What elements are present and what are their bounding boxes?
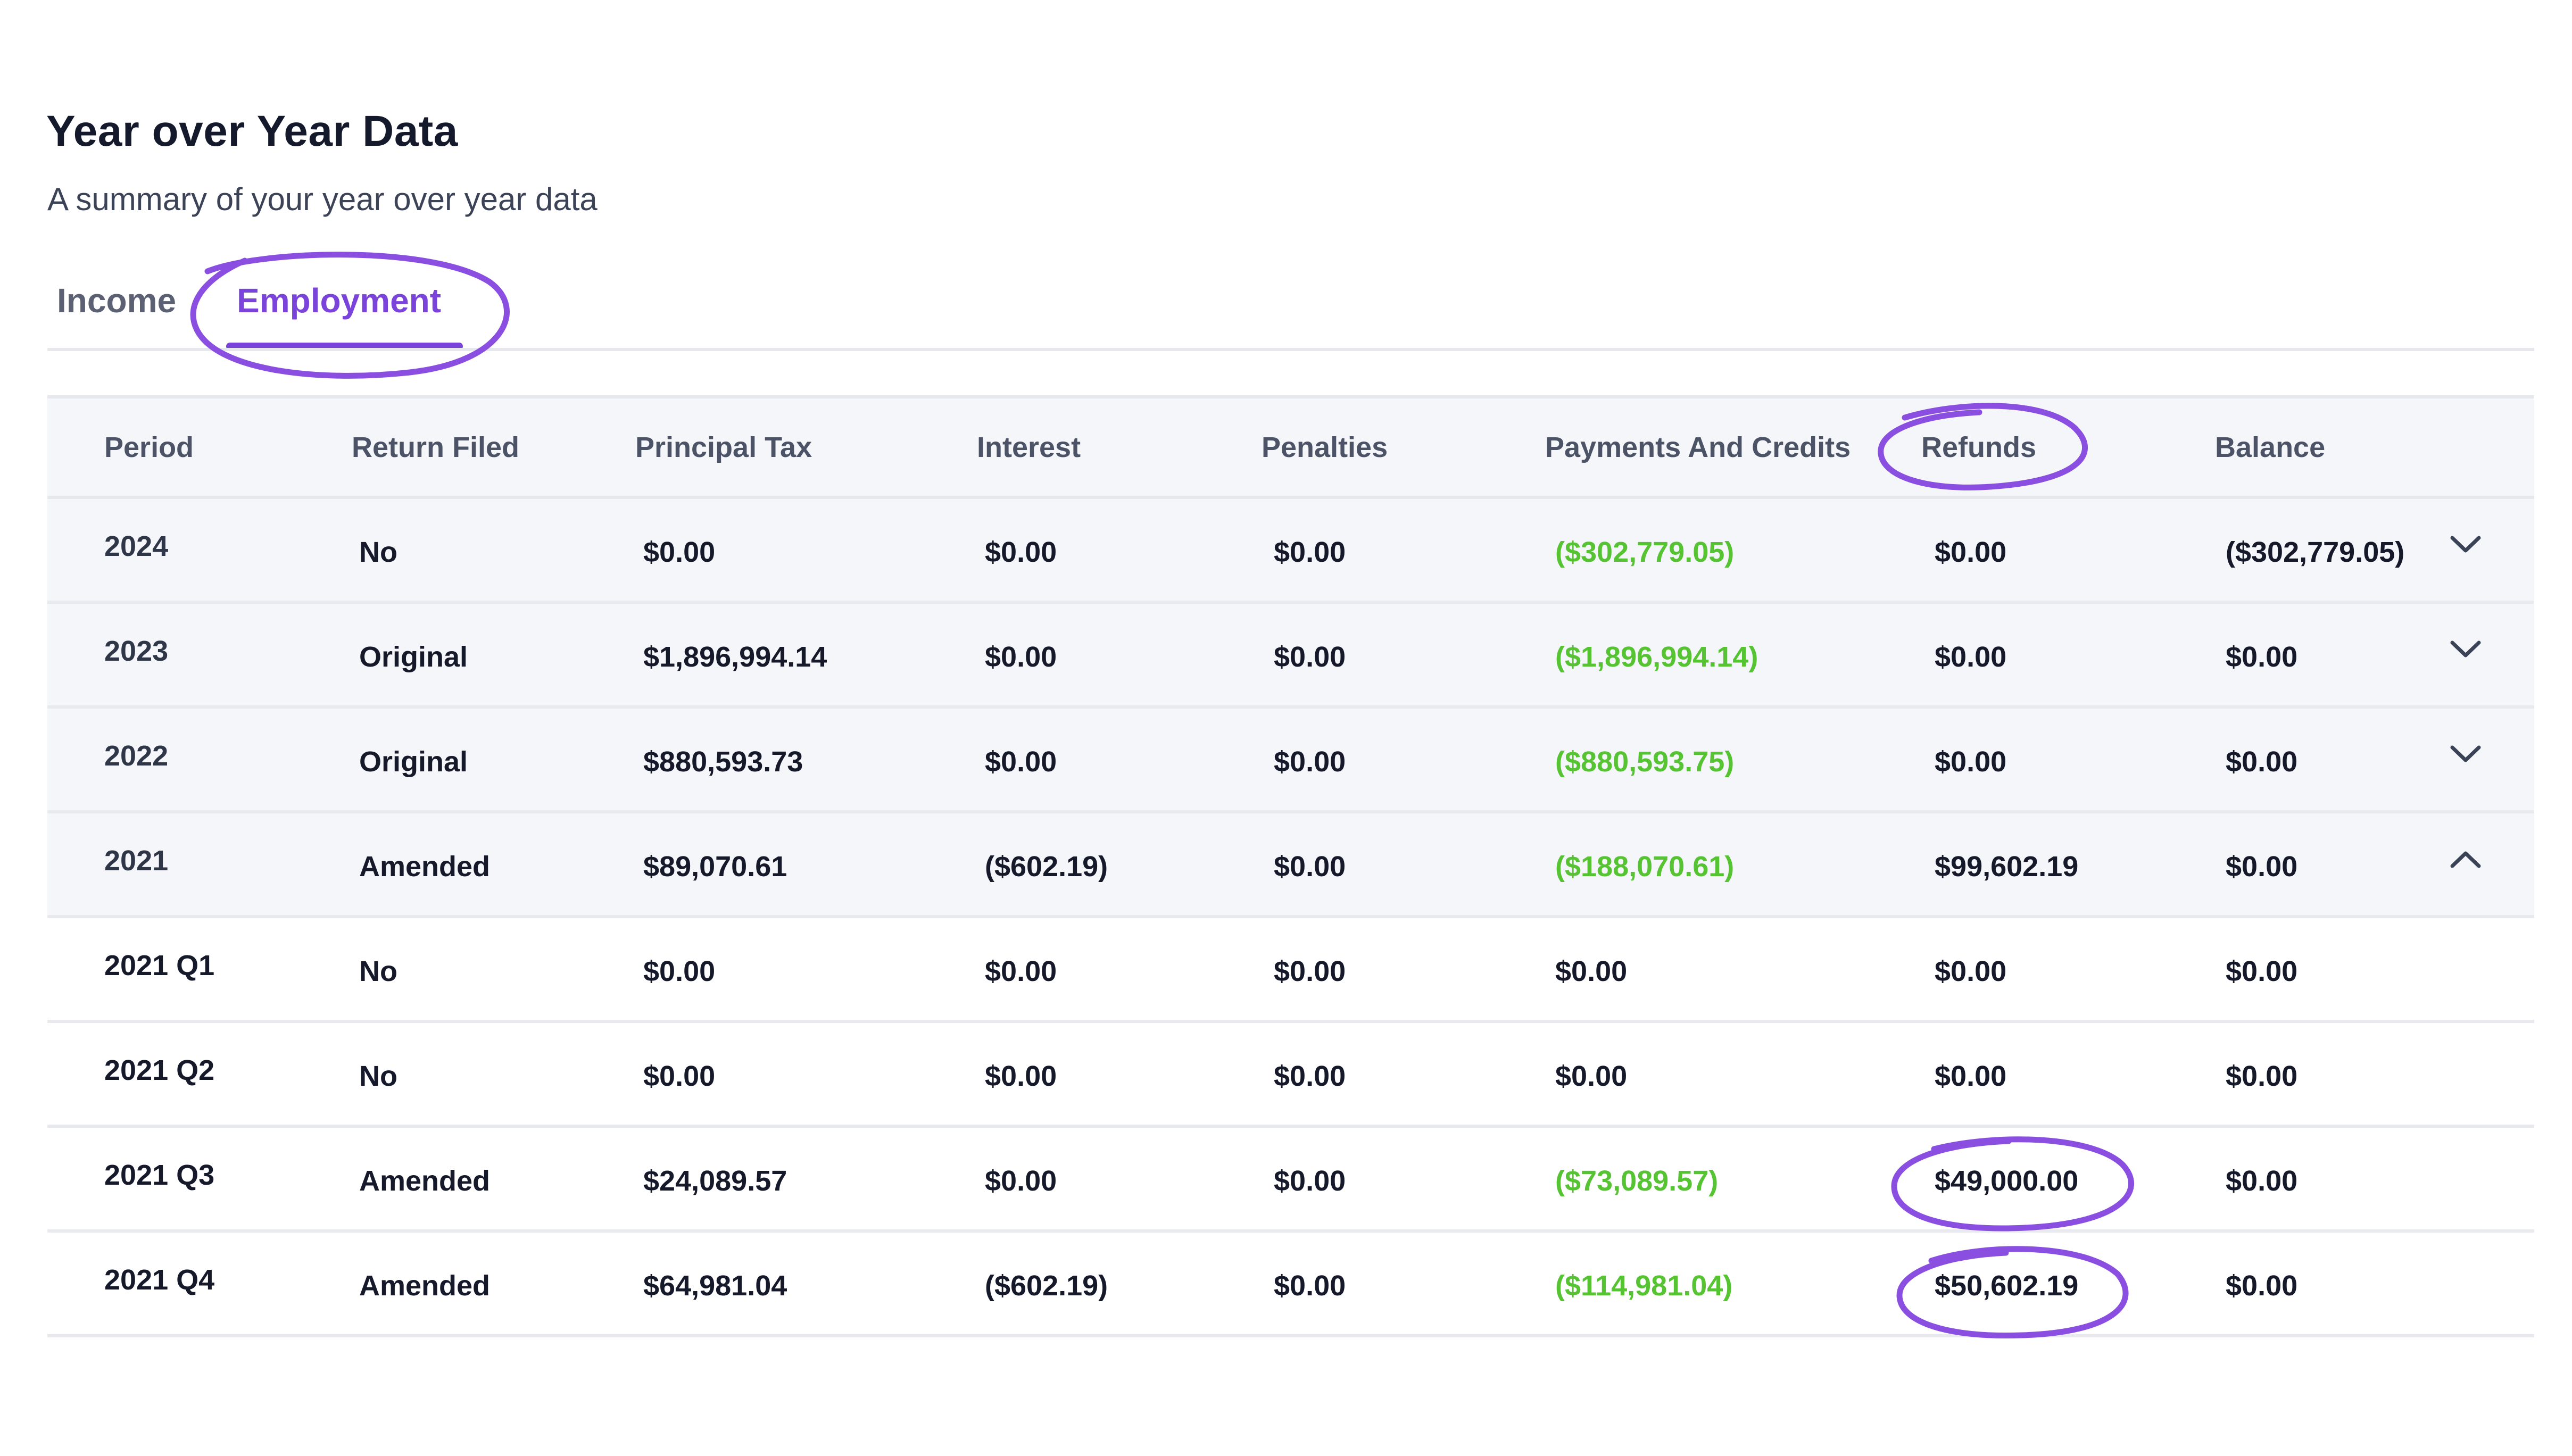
column-header-return-filed: Return Filed bbox=[352, 431, 520, 463]
cell-interest: $0.00 bbox=[985, 955, 1057, 987]
table-row-year[interactable]: 2023 Original $1,896,994.14 $0.00 $0.00 ($1,8… bbox=[47, 604, 2534, 709]
page-subtitle: A summary of your year over year data bbox=[47, 181, 598, 217]
table-row-quarter: 2021 Q1 No $0.00 $0.00 $0.00 $0.00 $0.00 $0.00 bbox=[47, 918, 2534, 1023]
cell-interest: $0.00 bbox=[985, 640, 1057, 673]
cell-payments-credits: ($1,896,994.14) bbox=[1555, 640, 1758, 673]
table-body: 2024 No $0.00 $0.00 $0.00 ($302,779.05) $0.00 (… bbox=[47, 499, 2534, 1337]
cell-return-filed: Original bbox=[359, 745, 468, 778]
cell-payments-credits: $0.00 bbox=[1555, 1060, 1628, 1092]
chevron-up-icon[interactable] bbox=[2447, 841, 2484, 878]
column-header-period: Period bbox=[104, 431, 194, 463]
cell-principal-tax: $64,981.04 bbox=[643, 1269, 787, 1302]
cell-period: 2021 bbox=[104, 844, 169, 877]
cell-penalties: $0.00 bbox=[1274, 536, 1346, 568]
cell-balance: $0.00 bbox=[2226, 640, 2298, 673]
cell-refunds: $49,000.00 bbox=[1935, 1164, 2079, 1197]
cell-balance: $0.00 bbox=[2226, 1269, 2298, 1302]
table-row-quarter: 2021 Q4 Amended $64,981.04 ($602.19) $0.00 ($… bbox=[47, 1233, 2534, 1337]
cell-interest: $0.00 bbox=[985, 745, 1057, 778]
cell-penalties: $0.00 bbox=[1274, 745, 1346, 778]
cell-period: 2021 Q2 bbox=[104, 1054, 215, 1086]
cell-period: 2021 Q3 bbox=[104, 1159, 215, 1191]
cell-payments-credits: ($880,593.75) bbox=[1555, 745, 1735, 778]
cell-balance: $0.00 bbox=[2226, 1164, 2298, 1197]
table-header: Period Return Filed Principal Tax Intere… bbox=[47, 395, 2534, 499]
cell-balance: $0.00 bbox=[2226, 955, 2298, 987]
column-header-payments-credits: Payments And Credits bbox=[1545, 431, 1851, 463]
cell-interest: $0.00 bbox=[985, 536, 1057, 568]
chevron-down-icon[interactable] bbox=[2447, 631, 2484, 668]
chevron-down-icon[interactable] bbox=[2447, 526, 2484, 563]
cell-period: 2021 Q1 bbox=[104, 949, 215, 981]
cell-penalties: $0.00 bbox=[1274, 640, 1346, 673]
cell-principal-tax: $89,070.61 bbox=[643, 850, 787, 883]
cell-principal-tax: $0.00 bbox=[643, 955, 716, 987]
cell-refunds: $0.00 bbox=[1935, 1060, 2007, 1092]
cell-penalties: $0.00 bbox=[1274, 1269, 1346, 1302]
page-title: Year over Year Data bbox=[46, 107, 458, 155]
cell-refunds: $50,602.19 bbox=[1935, 1269, 2079, 1302]
cell-principal-tax: $0.00 bbox=[643, 1060, 716, 1092]
chevron-down-icon[interactable] bbox=[2447, 736, 2484, 773]
cell-penalties: $0.00 bbox=[1274, 955, 1346, 987]
cell-balance: $0.00 bbox=[2226, 745, 2298, 778]
cell-balance: $0.00 bbox=[2226, 850, 2298, 883]
cell-principal-tax: $1,896,994.14 bbox=[643, 640, 827, 673]
cell-payments-credits: ($188,070.61) bbox=[1555, 850, 1735, 883]
cell-return-filed: Original bbox=[359, 640, 468, 673]
cell-refunds: $99,602.19 bbox=[1935, 850, 2079, 883]
cell-return-filed: No bbox=[359, 1060, 397, 1092]
column-header-refunds: Refunds bbox=[1921, 431, 2036, 463]
cell-penalties: $0.00 bbox=[1274, 850, 1346, 883]
cell-payments-credits: ($302,779.05) bbox=[1555, 536, 1735, 568]
cell-refunds: $0.00 bbox=[1935, 640, 2007, 673]
table-row-quarter: 2021 Q2 No $0.00 $0.00 $0.00 $0.00 $0.00 $0.00 bbox=[47, 1023, 2534, 1128]
cell-return-filed: No bbox=[359, 955, 397, 987]
column-header-balance: Balance bbox=[2215, 431, 2326, 463]
cell-interest: $0.00 bbox=[985, 1060, 1057, 1092]
cell-period: 2021 Q4 bbox=[104, 1263, 215, 1296]
cell-interest: ($602.19) bbox=[985, 1269, 1108, 1302]
cell-interest: $0.00 bbox=[985, 1164, 1057, 1197]
column-header-principal-tax: Principal Tax bbox=[635, 431, 812, 463]
tabs-divider bbox=[47, 348, 2534, 351]
year-over-year-table: Period Return Filed Principal Tax Intere… bbox=[47, 395, 2534, 1337]
tab-employment[interactable]: Employment bbox=[237, 281, 441, 320]
cell-penalties: $0.00 bbox=[1274, 1060, 1346, 1092]
table-row-quarter: 2021 Q3 Amended $24,089.57 $0.00 $0.00 ($73,0… bbox=[47, 1128, 2534, 1233]
cell-payments-credits: $0.00 bbox=[1555, 955, 1628, 987]
cell-refunds: $0.00 bbox=[1935, 536, 2007, 568]
cell-return-filed: Amended bbox=[359, 1269, 491, 1302]
cell-return-filed: Amended bbox=[359, 1164, 491, 1197]
cell-balance: ($302,779.05) bbox=[2226, 536, 2405, 568]
tab-bar: Income Employment bbox=[0, 255, 2572, 351]
tab-income[interactable]: Income bbox=[57, 281, 176, 320]
cell-balance: $0.00 bbox=[2226, 1060, 2298, 1092]
cell-payments-credits: ($114,981.04) bbox=[1555, 1269, 1733, 1302]
cell-return-filed: Amended bbox=[359, 850, 491, 883]
column-header-penalties: Penalties bbox=[1262, 431, 1388, 463]
cell-period: 2023 bbox=[104, 635, 169, 667]
cell-refunds: $0.00 bbox=[1935, 745, 2007, 778]
cell-payments-credits: ($73,089.57) bbox=[1555, 1164, 1719, 1197]
cell-return-filed: No bbox=[359, 536, 397, 568]
column-header-interest: Interest bbox=[977, 431, 1081, 463]
table-row-year[interactable]: 2024 No $0.00 $0.00 $0.00 ($302,779.05) $0.00 (… bbox=[47, 499, 2534, 604]
table-row-year[interactable]: 2021 Amended $89,070.61 ($602.19) $0.00 ($188… bbox=[47, 813, 2534, 918]
cell-principal-tax: $24,089.57 bbox=[643, 1164, 787, 1197]
cell-penalties: $0.00 bbox=[1274, 1164, 1346, 1197]
cell-refunds: $0.00 bbox=[1935, 955, 2007, 987]
cell-period: 2022 bbox=[104, 739, 169, 772]
cell-principal-tax: $0.00 bbox=[643, 536, 716, 568]
table-row-year[interactable]: 2022 Original $880,593.73 $0.00 $0.00 ($880,5… bbox=[47, 709, 2534, 813]
cell-period: 2024 bbox=[104, 530, 169, 562]
cell-interest: ($602.19) bbox=[985, 850, 1108, 883]
cell-principal-tax: $880,593.73 bbox=[643, 745, 803, 778]
